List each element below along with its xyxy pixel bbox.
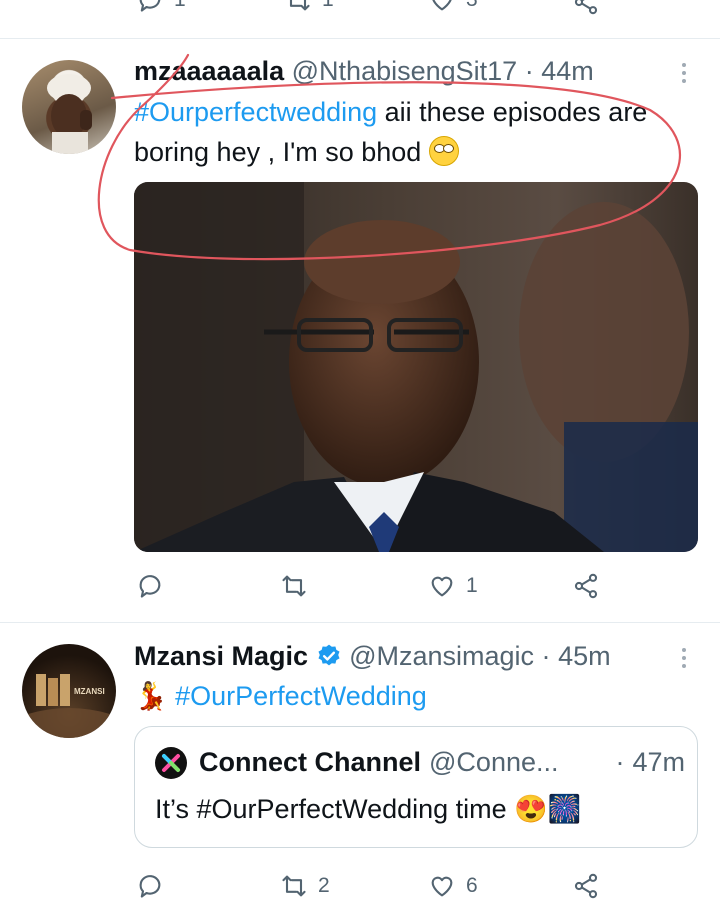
- heart-icon: [432, 0, 452, 11]
- like-count: 6: [466, 874, 478, 897]
- hashtag-link[interactable]: #OurPerfectWedding: [175, 681, 427, 711]
- quoted-header: Connect Channel @Conne... · 47m: [199, 747, 685, 778]
- verified-badge-icon: [318, 644, 340, 666]
- like-action-prev[interactable]: 3: [428, 0, 478, 14]
- like-action[interactable]: 6: [428, 872, 478, 900]
- quoted-timestamp: 47m: [632, 747, 685, 777]
- quoted-emojis: 😍🎆: [514, 794, 582, 824]
- tweet-header: mzaaaaaala @NthabisengSit17 · 44m: [134, 56, 594, 87]
- avatar[interactable]: MZANSI: [22, 644, 116, 738]
- quoted-separator: ·: [615, 747, 625, 777]
- divider: [0, 622, 720, 623]
- heart-icon: [431, 576, 453, 597]
- retweet-icon: [282, 875, 306, 897]
- quoted-tweet[interactable]: Connect Channel @Conne... · 47m It’s #Ou…: [134, 726, 698, 848]
- divider: [0, 38, 720, 39]
- display-name[interactable]: mzaaaaaala: [134, 56, 284, 86]
- reply-icon: [139, 875, 161, 898]
- share-icon: [574, 0, 598, 15]
- reply-action[interactable]: [136, 572, 164, 600]
- retweet-icon: [282, 575, 306, 597]
- more-options-icon[interactable]: [682, 648, 688, 668]
- display-name[interactable]: Mzansi Magic: [134, 641, 308, 671]
- reply-action-prev[interactable]: 1: [136, 0, 186, 14]
- like-action[interactable]: 1: [428, 572, 478, 600]
- quoted-handle: @Conne...: [429, 747, 559, 777]
- tweet-header: Mzansi Magic @Mzansimagic · 45m: [134, 641, 611, 672]
- reply-icon: [139, 575, 161, 598]
- retweet-count: 1: [322, 0, 334, 12]
- reply-action[interactable]: [136, 872, 164, 900]
- tweet-image[interactable]: [134, 182, 698, 552]
- tweet-text: 💃 #OurPerfectWedding: [134, 676, 674, 716]
- quoted-text-line: It’s #OurPerfectWedding time 😍🎆: [155, 793, 581, 825]
- retweet-action[interactable]: [280, 572, 308, 600]
- eye-roll-emoji-icon: [428, 136, 459, 166]
- share-action[interactable]: [572, 572, 600, 600]
- quoted-avatar: [155, 747, 187, 779]
- more-options-icon[interactable]: [682, 63, 688, 83]
- timestamp[interactable]: 45m: [558, 641, 611, 671]
- separator: ·: [541, 641, 551, 671]
- share-icon: [574, 873, 598, 899]
- quoted-text: It’s #OurPerfectWedding time: [155, 794, 507, 824]
- reply-count: 1: [174, 0, 186, 12]
- mzansi-magic-logo-icon: MZANSI: [28, 674, 110, 738]
- retweet-icon: [289, 0, 310, 11]
- handle[interactable]: @NthabisengSit17: [292, 56, 518, 86]
- tweet-text: #Ourperfectwedding aii these episodes ar…: [134, 92, 674, 172]
- share-action-prev[interactable]: [572, 0, 600, 16]
- separator: ·: [524, 56, 534, 86]
- retweet-action[interactable]: 2: [280, 872, 330, 900]
- handle[interactable]: @Mzansimagic: [349, 641, 534, 671]
- avatar-text: MZANSI: [74, 687, 105, 696]
- share-icon: [574, 573, 598, 599]
- hashtag-link[interactable]: #Ourperfectwedding: [134, 97, 377, 127]
- retweet-action-prev[interactable]: 1: [284, 0, 334, 14]
- heart-icon: [431, 876, 453, 897]
- like-count: 1: [466, 574, 478, 597]
- like-count: 3: [466, 0, 478, 12]
- quoted-display-name: Connect Channel: [199, 747, 422, 777]
- avatar[interactable]: [22, 60, 116, 154]
- dancer-emoji: 💃: [134, 681, 168, 711]
- timestamp[interactable]: 44m: [541, 56, 594, 86]
- share-action[interactable]: [572, 872, 600, 900]
- avatar-photo-icon: [47, 74, 92, 154]
- reply-icon: [139, 0, 161, 12]
- photo-of-man-in-suit-and-glasses-icon: [134, 182, 698, 552]
- retweet-count: 2: [318, 874, 330, 897]
- connect-channel-logo-icon: [162, 754, 180, 772]
